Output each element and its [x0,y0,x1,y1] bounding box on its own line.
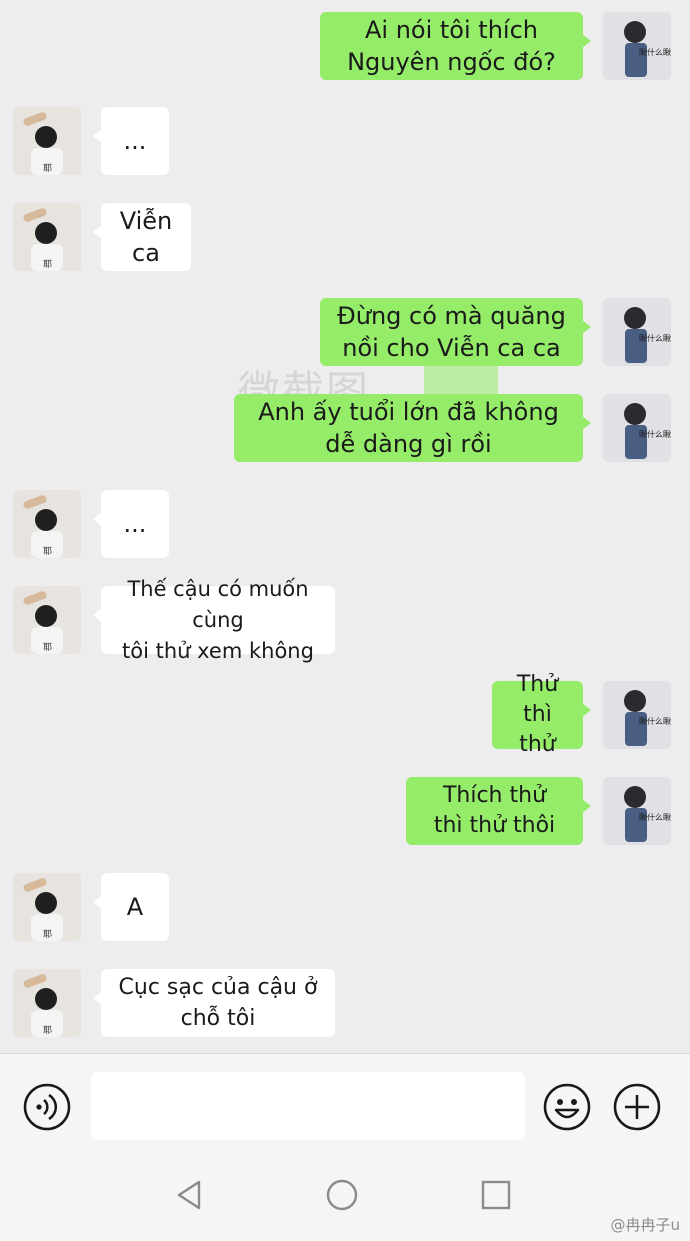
recents-nav-icon[interactable] [479,1178,513,1216]
svg-text:耶: 耶 [43,1025,52,1036]
message-bubble[interactable]: Thế cậu có muốn cùng tôi thử xem không [93,577,335,663]
message-bubble[interactable]: Ai nói tôi thích Nguyên ngốc đó? [320,12,591,80]
svg-text:耶: 耶 [43,259,52,270]
message-bubble[interactable]: Cục sạc của cậu ở chỗ tôi [93,969,335,1037]
avatar-me[interactable]: 瞅什么瞅? [603,681,671,749]
message-bubble[interactable]: Thử thì thử [492,672,591,757]
svg-text:瞅什么瞅?: 瞅什么瞅? [639,429,671,439]
svg-text:瞅什么瞅?: 瞅什么瞅? [639,333,671,343]
voice-icon[interactable] [22,1082,72,1132]
avatar-other[interactable]: 耶 [13,203,81,271]
avatar-me[interactable]: 瞅什么瞅? [603,298,671,366]
message-bubble[interactable]: A [93,873,169,941]
emoji-icon[interactable] [542,1082,592,1132]
svg-text:瞅什么瞅?: 瞅什么瞅? [639,812,671,822]
svg-text:耶: 耶 [43,546,52,557]
credit-watermark: @冉冉子u [610,1216,680,1234]
svg-text:耶: 耶 [43,163,52,174]
message-bubble[interactable]: Đừng có mà quăng nồi cho Viễn ca ca [320,298,591,366]
message-bubble[interactable]: ... [93,107,169,175]
message-bubble[interactable]: Viễn ca [93,203,191,271]
home-nav-icon[interactable] [325,1178,359,1216]
plus-icon[interactable] [612,1082,662,1132]
avatar-other[interactable]: 耶 [13,490,81,558]
sticker-caption: 瞅什么瞅? [639,47,671,57]
avatar-me[interactable]: 瞅什么瞅? [603,12,671,80]
message-bubble[interactable]: ... [93,490,169,558]
system-nav-bar: @冉冉子u [0,1162,690,1241]
svg-text:瞅什么瞅?: 瞅什么瞅? [639,716,671,726]
message-input[interactable] [91,1072,525,1140]
back-nav-icon[interactable] [172,1178,206,1216]
avatar-me[interactable]: 瞅什么瞅? [603,777,671,845]
avatar-other[interactable]: 耶 [13,969,81,1037]
message-bubble[interactable]: Anh ấy tuổi lớn đã không dễ dàng gì rồi [234,394,591,462]
message-row: Ai nói tôi thích Nguyên ngốc đó? 瞅什么瞅? [0,0,690,90]
avatar-other[interactable]: 耶 [13,873,81,941]
input-bar [0,1053,690,1162]
svg-text:耶: 耶 [43,642,52,653]
avatar-other[interactable]: 耶 [13,586,81,654]
message-bubble[interactable]: Thích thử thì thử thôi [406,777,591,845]
avatar-other[interactable]: 耶 [13,107,81,175]
svg-text:耶: 耶 [43,929,52,940]
avatar-me[interactable]: 瞅什么瞅? [603,394,671,462]
